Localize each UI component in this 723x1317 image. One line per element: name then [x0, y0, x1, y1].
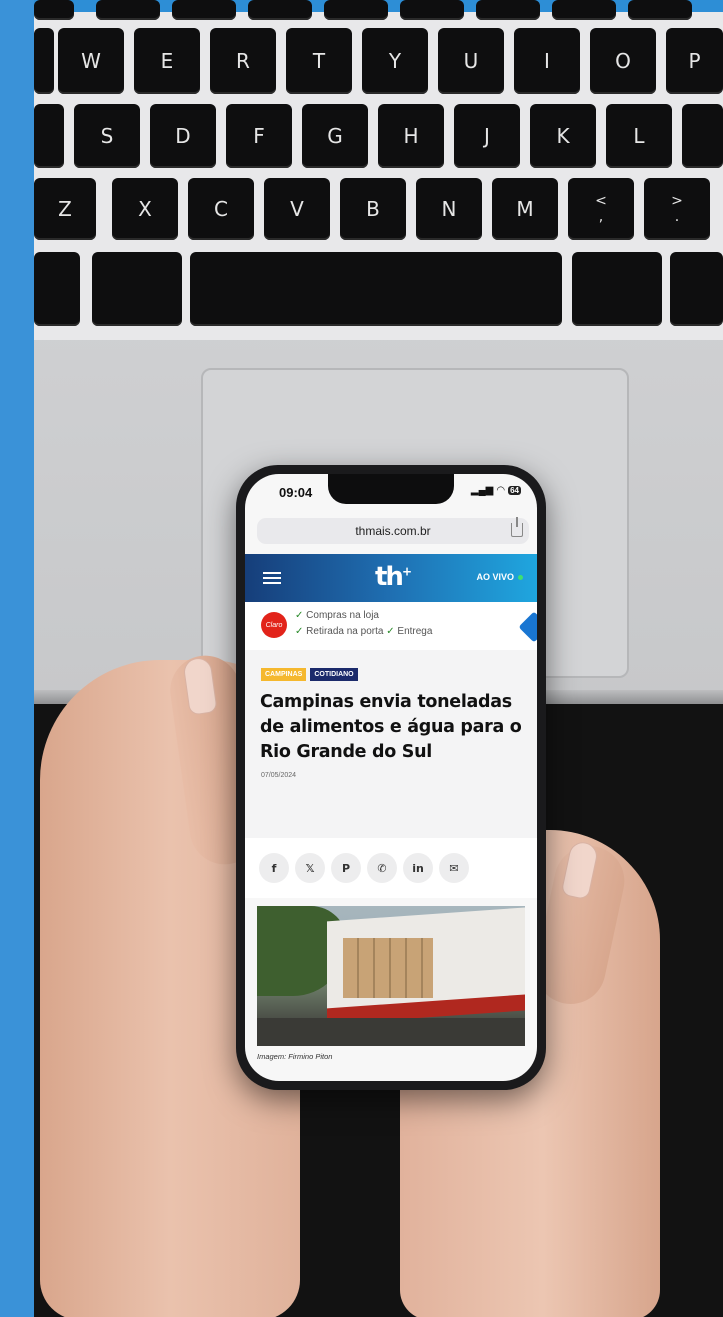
key-period-bottom: .	[674, 209, 680, 225]
article-date: 07/05/2024	[261, 772, 297, 779]
image-ground	[257, 1018, 525, 1046]
article-image	[257, 906, 525, 1046]
logo-plus: +	[401, 564, 412, 579]
key-m[interactable]: M	[492, 178, 558, 240]
article-headline: Campinas envia toneladas de alimentos e …	[260, 692, 522, 762]
check-icon: ✓	[295, 626, 304, 637]
key-w[interactable]: W	[58, 28, 124, 94]
key-e[interactable]: E	[134, 28, 200, 94]
key-command-left[interactable]	[92, 252, 182, 326]
browser-url-bar[interactable]: thmais.com.br	[257, 517, 529, 544]
key-option-right[interactable]	[670, 252, 723, 326]
key-space[interactable]	[190, 252, 562, 326]
live-link[interactable]: AO VIVO	[476, 572, 523, 582]
email-share-button[interactable]: ✉	[439, 853, 469, 883]
key-command-right[interactable]	[572, 252, 662, 326]
key-partial[interactable]	[476, 0, 540, 20]
key-period-top: >	[671, 193, 683, 209]
key-r[interactable]: R	[210, 28, 276, 94]
key-period[interactable]: > .	[644, 178, 710, 240]
check-icon: ✓	[386, 626, 395, 637]
site-header: th+ AO VIVO	[245, 554, 537, 602]
key-l[interactable]: L	[606, 104, 672, 168]
key-k[interactable]: K	[530, 104, 596, 168]
key-f[interactable]: F	[226, 104, 292, 168]
key-option[interactable]	[34, 252, 80, 326]
hamburger-menu-icon[interactable]	[263, 572, 281, 584]
key-z[interactable]: Z	[34, 178, 96, 240]
ad-line-3-text: Entrega	[397, 626, 433, 637]
tag-campinas[interactable]: CAMPINAS	[261, 668, 307, 681]
key-a[interactable]	[34, 104, 64, 168]
ad-arrow-icon[interactable]	[518, 611, 537, 643]
key-comma-bottom: ,	[598, 209, 604, 225]
ad-line-1-text: Compras na loja	[306, 610, 379, 621]
pinterest-share-button[interactable]: P	[331, 853, 361, 883]
logo-text: th	[375, 562, 404, 592]
key-t[interactable]: T	[286, 28, 352, 94]
wifi-icon: ◠	[496, 485, 506, 496]
claro-logo: Claro	[261, 612, 287, 638]
url-text: thmais.com.br	[355, 524, 431, 538]
signal-icon: ▂▄▆	[470, 485, 494, 496]
share-buttons: f 𝕏 P ✆ in ✉	[245, 838, 537, 898]
image-boxes	[343, 938, 433, 998]
live-indicator-dot	[518, 574, 523, 580]
key-p[interactable]: P	[666, 28, 723, 94]
key-n[interactable]: N	[416, 178, 482, 240]
smartphone: 09:04 ▂▄▆ ◠ 64 thmais.com.br th+ AO VIVO…	[236, 465, 546, 1090]
x-share-button[interactable]: 𝕏	[295, 853, 325, 883]
keyboard: W E R T Y U I O P S D F G H J K L Z X C …	[34, 0, 723, 340]
article-tags: CAMPINAS COTIDIANO	[261, 668, 358, 681]
ad-banner[interactable]: Claro ✓ Compras na loja ✓ Retirada na po…	[245, 602, 537, 650]
key-partial[interactable]	[34, 0, 74, 20]
article-header: CAMPINAS COTIDIANO Campinas envia tonela…	[245, 650, 537, 838]
tag-cotidiano[interactable]: COTIDIANO	[310, 668, 358, 681]
key-tab[interactable]	[34, 28, 54, 94]
phone-notch	[328, 474, 454, 504]
key-o[interactable]: O	[590, 28, 656, 94]
status-icons: ▂▄▆ ◠ 64	[471, 485, 521, 496]
key-partial[interactable]	[248, 0, 312, 20]
battery-icon: 64	[508, 486, 521, 495]
site-logo[interactable]: th+	[375, 562, 412, 592]
key-s[interactable]: S	[74, 104, 140, 168]
key-comma[interactable]: < ,	[568, 178, 634, 240]
key-comma-top: <	[595, 193, 607, 209]
ad-line-2-text: Retirada na porta	[306, 626, 384, 637]
key-partial[interactable]	[172, 0, 236, 20]
key-i[interactable]: I	[514, 28, 580, 94]
ad-line-2: ✓ Retirada na porta ✓ Entrega	[295, 626, 432, 637]
key-partial[interactable]	[552, 0, 616, 20]
image-caption: Imagem: Firmino Piton	[257, 1052, 333, 1061]
key-y[interactable]: Y	[362, 28, 428, 94]
key-b[interactable]: B	[340, 178, 406, 240]
key-c[interactable]: C	[188, 178, 254, 240]
key-partial[interactable]	[628, 0, 692, 20]
key-v[interactable]: V	[264, 178, 330, 240]
key-h[interactable]: H	[378, 104, 444, 168]
check-icon: ✓	[295, 610, 304, 621]
key-semicolon[interactable]	[682, 104, 723, 168]
key-x[interactable]: X	[112, 178, 178, 240]
share-icon[interactable]	[511, 517, 523, 537]
live-label: AO VIVO	[476, 572, 514, 582]
left-blue-strip	[0, 0, 34, 1317]
key-j[interactable]: J	[454, 104, 520, 168]
key-d[interactable]: D	[150, 104, 216, 168]
facebook-share-button[interactable]: f	[259, 853, 289, 883]
phone-screen: 09:04 ▂▄▆ ◠ 64 thmais.com.br th+ AO VIVO…	[245, 474, 537, 1081]
key-partial[interactable]	[96, 0, 160, 20]
key-u[interactable]: U	[438, 28, 504, 94]
key-partial[interactable]	[400, 0, 464, 20]
status-time: 09:04	[279, 485, 313, 500]
ad-line-1: ✓ Compras na loja	[295, 610, 379, 621]
linkedin-share-button[interactable]: in	[403, 853, 433, 883]
whatsapp-share-button[interactable]: ✆	[367, 853, 397, 883]
key-g[interactable]: G	[302, 104, 368, 168]
key-partial[interactable]	[324, 0, 388, 20]
